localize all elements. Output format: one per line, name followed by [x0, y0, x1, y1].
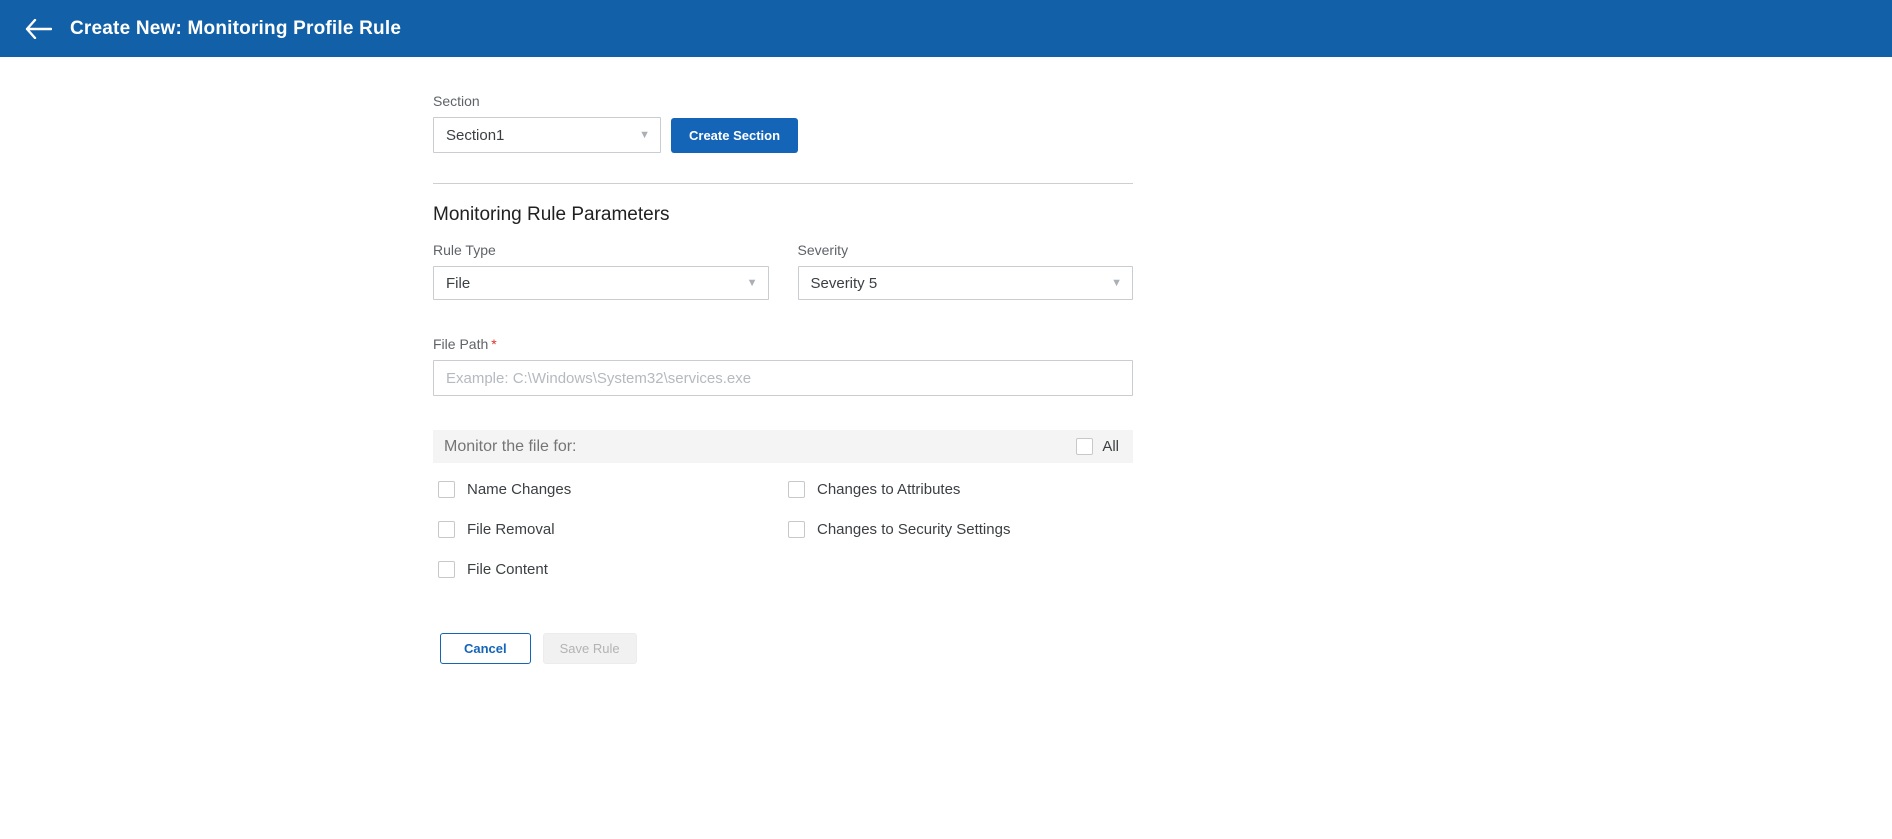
section-row: Section1 ▼ Create Section: [433, 117, 1133, 153]
back-button[interactable]: [18, 9, 58, 49]
option-label: Name Changes: [467, 481, 571, 498]
monitor-options-grid: Name Changes Changes to Attributes File …: [433, 477, 1133, 581]
severity-field: Severity Severity 5 ▼: [798, 242, 1134, 300]
all-checkbox-wrap[interactable]: All: [1076, 438, 1119, 455]
severity-label: Severity: [798, 242, 1134, 258]
required-marker: *: [491, 336, 496, 352]
option-checkbox[interactable]: [438, 521, 455, 538]
monitor-option[interactable]: File Content: [433, 557, 783, 581]
severity-select[interactable]: Severity 5 ▼: [798, 266, 1134, 300]
option-label: File Content: [467, 561, 548, 578]
save-rule-button[interactable]: Save Rule: [543, 633, 637, 664]
page-title: Create New: Monitoring Profile Rule: [70, 18, 401, 40]
monitor-section-header: Monitor the file for: All: [433, 430, 1133, 463]
chevron-down-icon: ▼: [639, 129, 650, 141]
chevron-down-icon: ▼: [1111, 277, 1122, 289]
cancel-button[interactable]: Cancel: [440, 633, 531, 664]
option-checkbox[interactable]: [438, 561, 455, 578]
option-checkbox[interactable]: [788, 521, 805, 538]
option-label: Changes to Security Settings: [817, 521, 1010, 538]
file-path-label: File Path*: [433, 336, 1133, 352]
section-select[interactable]: Section1 ▼: [433, 117, 661, 153]
file-path-input[interactable]: [433, 360, 1133, 396]
back-arrow-icon: [24, 19, 52, 39]
monitor-option[interactable]: File Removal: [433, 517, 783, 541]
rule-type-field: Rule Type File ▼: [433, 242, 769, 300]
all-checkbox-label: All: [1102, 438, 1119, 455]
monitor-option[interactable]: Name Changes: [433, 477, 783, 501]
parameters-row: Rule Type File ▼ Severity Severity 5 ▼: [433, 242, 1133, 300]
parameters-heading: Monitoring Rule Parameters: [433, 204, 1133, 226]
monitor-option[interactable]: Changes to Attributes: [783, 477, 1133, 501]
chevron-down-icon: ▼: [747, 277, 758, 289]
rule-type-select[interactable]: File ▼: [433, 266, 769, 300]
severity-select-value: Severity 5: [811, 275, 878, 292]
form-content: Section Section1 ▼ Create Section Monito…: [433, 57, 1133, 664]
option-checkbox[interactable]: [438, 481, 455, 498]
form-actions: Cancel Save Rule: [433, 633, 1133, 664]
create-section-button[interactable]: Create Section: [671, 118, 798, 153]
section-divider: [433, 183, 1133, 184]
file-path-label-text: File Path: [433, 336, 488, 352]
app-header: Create New: Monitoring Profile Rule: [0, 0, 1892, 57]
rule-type-select-value: File: [446, 275, 470, 292]
monitor-option[interactable]: Changes to Security Settings: [783, 517, 1133, 541]
option-label: Changes to Attributes: [817, 481, 960, 498]
option-label: File Removal: [467, 521, 555, 538]
section-select-value: Section1: [446, 127, 504, 144]
file-path-field: File Path*: [433, 336, 1133, 396]
section-label: Section: [433, 93, 1133, 109]
rule-type-label: Rule Type: [433, 242, 769, 258]
all-checkbox[interactable]: [1076, 438, 1093, 455]
option-checkbox[interactable]: [788, 481, 805, 498]
monitor-heading: Monitor the file for:: [444, 438, 577, 456]
